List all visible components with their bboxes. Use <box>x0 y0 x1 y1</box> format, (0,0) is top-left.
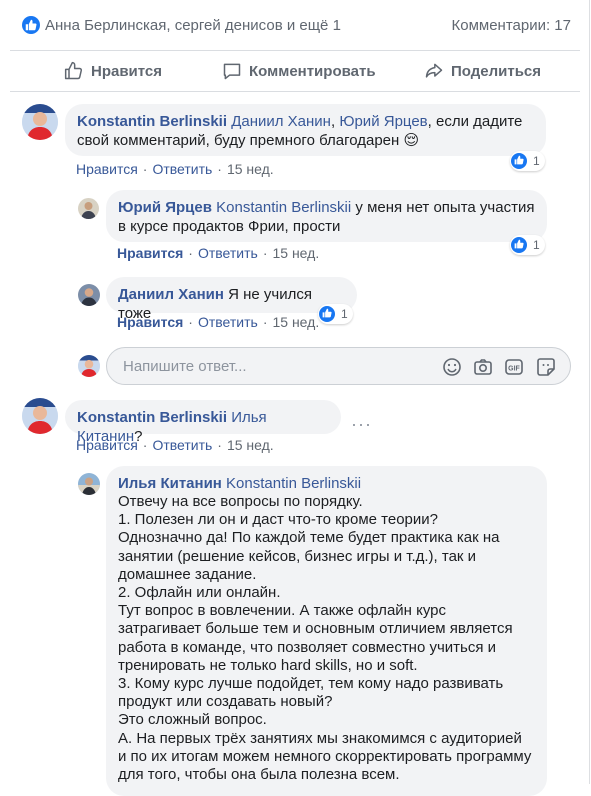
like-icon <box>22 16 40 34</box>
comment-label: Комментировать <box>249 62 376 80</box>
comment-author[interactable]: Konstantin Berlinskii <box>77 113 227 130</box>
comment-bubble: Konstantin Berlinskii Даниил Ханин, Юрий… <box>65 104 546 156</box>
comment-button[interactable]: Комментировать <box>222 51 376 91</box>
comment-icon <box>223 63 241 80</box>
timestamp[interactable]: 15 нед. <box>272 314 319 330</box>
current-user-avatar <box>78 355 100 377</box>
comment-author[interactable]: Илья Китанин <box>118 475 222 492</box>
reply-bubble: Юрий Ярцев Konstantin Berlinskii у меня … <box>106 190 547 242</box>
reply-link[interactable]: Ответить <box>152 437 212 453</box>
like-icon <box>511 237 527 253</box>
timestamp[interactable]: 15 нед. <box>227 161 274 177</box>
like-comment-link[interactable]: Нравится <box>117 245 183 261</box>
thumb-up-icon <box>64 61 83 80</box>
avatar[interactable] <box>78 284 100 306</box>
mention-link[interactable]: Юрий Ярцев <box>339 113 427 130</box>
comments-count[interactable]: Комментарии: 17 <box>452 17 572 34</box>
divider <box>10 91 580 92</box>
mention-link[interactable]: Konstantin Berlinskii <box>216 199 351 216</box>
reaction-number: 1 <box>533 154 540 168</box>
reply-input[interactable] <box>121 357 425 376</box>
share-button[interactable]: Поделиться <box>424 51 541 91</box>
like-comment-link[interactable]: Нравится <box>76 161 138 177</box>
comment-meta: Нравится · Ответить · 15 нед. <box>117 245 320 261</box>
mention-link[interactable]: Даниил Ханин <box>231 113 331 130</box>
svg-text:GIF: GIF <box>508 366 520 373</box>
like-button[interactable]: Нравится <box>64 51 162 91</box>
comment-author[interactable]: Konstantin Berlinskii <box>77 409 227 426</box>
comment-meta: Нравится · Ответить · 15 нед. <box>76 437 274 453</box>
post-card: Анна Берлинская, сергей денисов и ещё 1 … <box>0 0 590 796</box>
comment-meta: Нравится · Ответить · 15 нед. <box>117 314 320 330</box>
reactions-summary: Анна Берлинская, сергей денисов и ещё 1 … <box>0 0 589 50</box>
share-icon <box>425 63 443 78</box>
like-icon <box>511 153 527 169</box>
avatar[interactable] <box>22 104 58 140</box>
reaction-count[interactable]: 1 <box>318 304 353 324</box>
avatar[interactable] <box>22 398 58 434</box>
sticker-icon[interactable] <box>536 357 556 377</box>
avatar[interactable] <box>78 473 100 495</box>
like-label: Нравится <box>91 62 163 80</box>
like-comment-link[interactable]: Нравится <box>117 314 183 330</box>
timestamp[interactable]: 15 нед. <box>272 245 319 261</box>
comment-author[interactable]: Юрий Ярцев <box>118 199 212 216</box>
more-icon[interactable]: ··· <box>351 414 372 435</box>
comment-bubble: Konstantin Berlinskii Илья Китанин? <box>65 400 341 445</box>
emoji-icon[interactable] <box>442 357 462 377</box>
like-icon <box>319 306 335 322</box>
avatar[interactable] <box>78 198 99 219</box>
reaction-count[interactable]: 1 <box>510 235 545 255</box>
reply-box: GIF <box>106 347 571 385</box>
reactors-link[interactable]: Анна Берлинская, сергей денисов и ещё 1 <box>45 17 341 34</box>
reply-link[interactable]: Ответить <box>198 245 258 261</box>
reply-link[interactable]: Ответить <box>152 161 212 177</box>
comment-author[interactable]: Даниил Ханин <box>118 286 224 303</box>
reply-bubble: Илья Китанин Konstantin Berlinskii Отвеч… <box>106 466 547 796</box>
reaction-count[interactable]: 1 <box>510 151 545 171</box>
timestamp[interactable]: 15 нед. <box>227 437 274 453</box>
share-label: Поделиться <box>451 62 542 80</box>
camera-icon[interactable] <box>473 357 493 377</box>
mention-link[interactable]: Konstantin Berlinskii <box>226 475 361 492</box>
action-bar: Нравится Комментировать Поделиться <box>0 51 589 91</box>
reply-link[interactable]: Ответить <box>198 314 258 330</box>
comment-meta: Нравится · Ответить · 15 нед. <box>76 161 274 177</box>
like-comment-link[interactable]: Нравится <box>76 437 138 453</box>
gif-icon[interactable]: GIF <box>504 357 524 377</box>
reaction-number: 1 <box>533 238 540 252</box>
comment-text: Отвечу на все вопросы по порядку. 1. Пол… <box>118 493 532 784</box>
reaction-number: 1 <box>341 307 348 321</box>
